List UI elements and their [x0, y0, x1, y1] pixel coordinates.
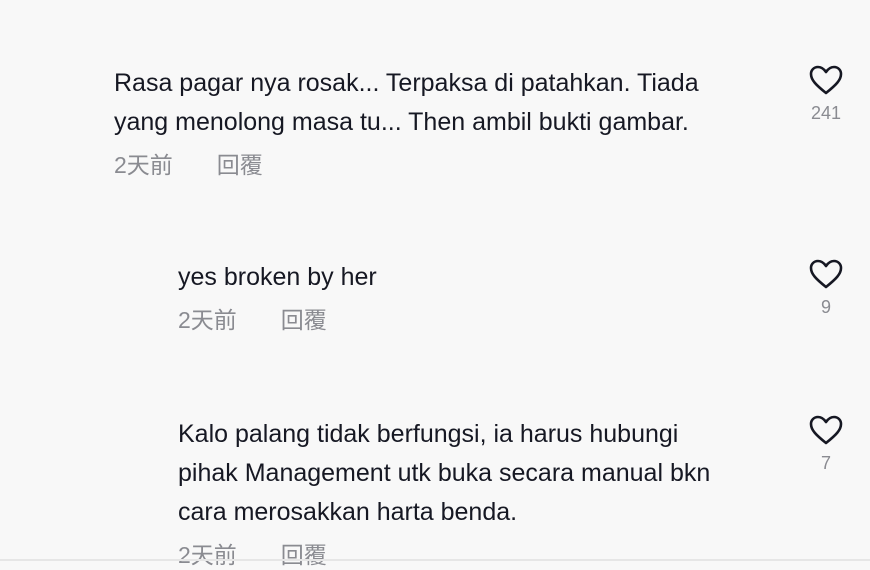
comment-meta: 2天前 回覆 [114, 150, 794, 180]
reply-item: yes broken by her 2天前 回覆 [178, 258, 798, 335]
comment-item: Rasa pagar nya rosak... Terpaksa di pata… [114, 64, 794, 180]
comment-meta: 2天前 回覆 [178, 540, 798, 570]
like-button[interactable]: 7 [806, 414, 846, 474]
like-button[interactable]: 9 [806, 258, 846, 318]
heart-outline-icon [809, 415, 843, 445]
comment-text: Kalo palang tidak berfungsi, ia harus hu… [178, 420, 711, 526]
comment-time: 2天前 [178, 307, 237, 333]
like-button[interactable]: 241 [806, 64, 846, 124]
reply-button[interactable]: 回覆 [281, 305, 327, 335]
comment-time: 2天前 [114, 152, 173, 178]
like-count: 241 [810, 103, 842, 123]
comment-text: yes broken by her [178, 263, 377, 291]
comment-time: 2天前 [178, 542, 237, 568]
reply-item: Kalo palang tidak berfungsi, ia harus hu… [178, 415, 798, 570]
like-count: 7 [820, 453, 831, 473]
heart-outline-icon [809, 65, 843, 95]
reply-button[interactable]: 回覆 [217, 150, 263, 180]
reply-button[interactable]: 回覆 [281, 540, 327, 570]
heart-outline-icon [809, 259, 843, 289]
comment-meta: 2天前 回覆 [178, 305, 798, 335]
like-count: 9 [820, 297, 831, 317]
comment-text: Rasa pagar nya rosak... Terpaksa di pata… [114, 69, 699, 136]
